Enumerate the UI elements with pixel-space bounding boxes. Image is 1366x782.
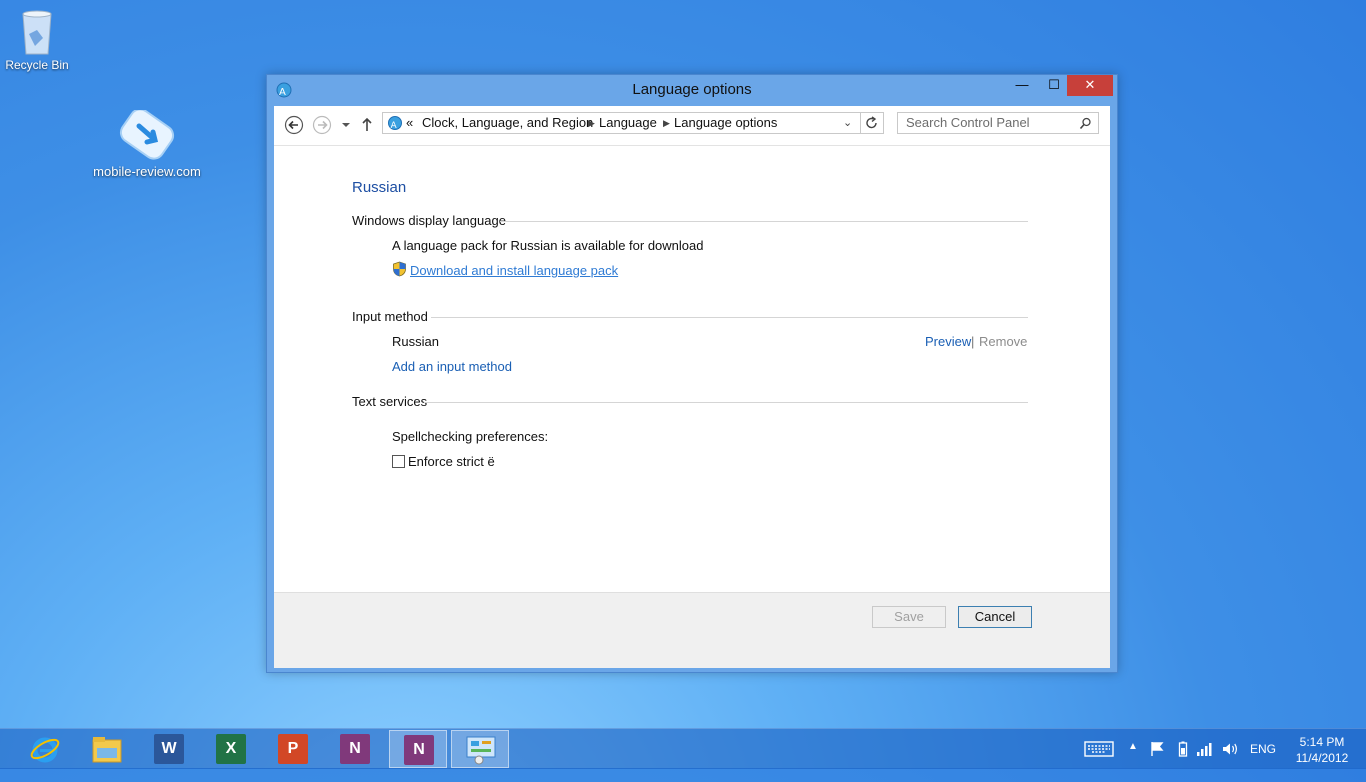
uac-shield-icon: [393, 261, 406, 277]
breadcrumb-clock-language-region[interactable]: Clock, Language, and Region: [422, 113, 593, 133]
recent-locations-chevron-icon[interactable]: [340, 115, 352, 135]
enforce-strict-checkbox[interactable]: [392, 455, 405, 468]
powerpoint-icon: P: [278, 734, 308, 764]
volume-icon[interactable]: [1221, 741, 1239, 757]
breadcrumb-language-options[interactable]: Language options: [674, 113, 777, 133]
window-title: Language options: [632, 81, 752, 98]
mobile-review-label: mobile-review.com: [93, 164, 201, 179]
maximize-button[interactable]: ☐: [1039, 75, 1069, 96]
onenote-icon: N: [340, 734, 370, 764]
preview-link[interactable]: Preview: [925, 334, 971, 349]
search-placeholder: Search Control Panel: [906, 115, 1030, 130]
taskbar-file-explorer[interactable]: [78, 730, 136, 768]
breadcrumb-separator-icon[interactable]: ▶: [588, 113, 595, 133]
mobile-review-logo-icon: [119, 110, 175, 160]
language-heading: Russian: [352, 179, 407, 196]
clock-time: 5:14 PM: [1299, 735, 1345, 749]
mobile-review-shortcut[interactable]: mobile-review.com: [92, 110, 202, 179]
svg-text:A: A: [391, 121, 398, 131]
control-panel-icon: [466, 736, 496, 765]
taskbar: W X P N N ▲ ENG 5:14 PM 11/4/2012: [0, 728, 1366, 769]
show-hidden-icons-chevron-icon[interactable]: ▲: [1128, 741, 1138, 781]
recycle-bin-label: Recycle Bin: [5, 58, 69, 72]
address-bar[interactable]: A « Clock, Language, and Region ▶ Langua…: [382, 112, 884, 134]
section-divider: [424, 402, 1028, 403]
section-input-method-title: Input method: [352, 309, 428, 324]
taskbar-onenote[interactable]: N: [326, 730, 384, 768]
refresh-button[interactable]: [860, 112, 884, 134]
content-pane: Russian Windows display language A langu…: [274, 146, 1110, 592]
save-button[interactable]: Save: [872, 606, 946, 628]
section-text-services-title: Text services: [352, 394, 428, 409]
spellcheck-label: Spellchecking preferences:: [392, 429, 549, 444]
cancel-button[interactable]: Cancel: [958, 606, 1032, 628]
touch-keyboard-icon[interactable]: [1084, 741, 1114, 757]
taskbar-onenote-clipper[interactable]: N: [389, 730, 447, 768]
recycle-bin-shortcut[interactable]: Recycle Bin: [0, 6, 82, 72]
breadcrumb-language[interactable]: Language: [599, 113, 657, 133]
forward-arrow-icon[interactable]: [312, 115, 332, 135]
minimize-button[interactable]: —: [1007, 75, 1037, 96]
download-language-pack-link[interactable]: Download and install language pack: [410, 263, 618, 278]
taskbar-control-panel[interactable]: [451, 730, 509, 768]
recycle-bin-icon: [22, 10, 52, 55]
address-dropdown-chevron-icon[interactable]: ⌄: [843, 113, 852, 133]
input-language-indicator[interactable]: ENG: [1250, 742, 1276, 782]
internet-explorer-icon: [30, 737, 60, 763]
breadcrumb-separator-icon[interactable]: ▶: [663, 113, 670, 133]
language-pack-message: A language pack for Russian is available…: [392, 238, 704, 253]
navigation-bar: A « Clock, Language, and Region ▶ Langua…: [274, 106, 1110, 146]
section-divider: [431, 317, 1028, 318]
taskbar-powerpoint[interactable]: P: [264, 730, 322, 768]
section-divider: [500, 221, 1028, 222]
address-globe-icon: A: [388, 116, 402, 131]
address-prefix: «: [406, 115, 414, 130]
search-icon[interactable]: [1079, 117, 1092, 130]
system-clock[interactable]: 5:14 PM 11/4/2012: [1286, 734, 1358, 766]
network-signal-icon[interactable]: [1196, 741, 1214, 757]
taskbar-excel[interactable]: X: [202, 730, 260, 768]
taskbar-internet-explorer[interactable]: [16, 730, 74, 768]
onenote-clipper-icon: N: [404, 735, 434, 765]
up-arrow-icon[interactable]: [360, 115, 374, 135]
remove-link[interactable]: Remove: [979, 334, 1027, 349]
word-icon: W: [154, 734, 184, 764]
dialog-footer: Save Cancel: [274, 592, 1110, 668]
enforce-strict-label[interactable]: Enforce strict ё: [408, 454, 495, 469]
language-options-window: A Language options — ☐ ✕ A « Clock, Lang…: [266, 74, 1118, 673]
taskbar-word[interactable]: W: [140, 730, 198, 768]
add-input-method-link[interactable]: Add an input method: [392, 359, 512, 374]
window-client: A « Clock, Language, and Region ▶ Langua…: [274, 106, 1110, 668]
battery-icon[interactable]: [1178, 741, 1188, 757]
search-input[interactable]: Search Control Panel: [897, 112, 1099, 134]
excel-icon: X: [216, 734, 246, 764]
title-bar[interactable]: A Language options — ☐ ✕: [267, 75, 1117, 105]
refresh-icon: [866, 116, 877, 129]
link-separator: |: [971, 334, 975, 349]
folder-icon: [92, 737, 122, 763]
clock-date: 11/4/2012: [1295, 751, 1349, 765]
input-method-item: Russian: [392, 334, 439, 349]
section-display-language-title: Windows display language: [352, 213, 506, 228]
action-center-flag-icon[interactable]: [1149, 741, 1165, 757]
close-button[interactable]: ✕: [1067, 75, 1113, 96]
back-arrow-icon[interactable]: [284, 115, 304, 135]
